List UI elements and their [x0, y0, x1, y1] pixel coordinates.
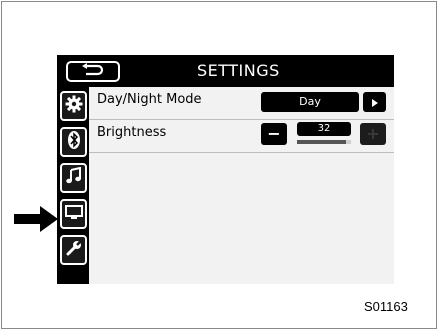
play-right-icon [371, 93, 379, 112]
screen-icon [64, 204, 83, 224]
brightness-row: Brightness − 32 + [89, 120, 394, 153]
day-night-label: Day/Night Mode [97, 92, 202, 107]
brightness-decrease-button[interactable]: − [261, 123, 287, 145]
sidebar-item-tools[interactable] [60, 235, 87, 265]
day-night-value[interactable]: Day [261, 92, 359, 112]
settings-sidebar [57, 87, 89, 284]
gear-icon [65, 95, 83, 117]
day-night-next-button[interactable] [363, 92, 386, 112]
brightness-label: Brightness [97, 125, 167, 140]
head-unit-screen: SETTINGS Day/Night Mode Day Brightness −… [57, 55, 394, 284]
back-arrow-icon [80, 62, 106, 81]
figure-code: S01163 [364, 299, 408, 314]
music-note-icon [65, 166, 83, 189]
bluetooth-icon [67, 130, 81, 154]
screen-header: SETTINGS [57, 55, 394, 87]
settings-content: Day/Night Mode Day Brightness − 32 + [89, 87, 394, 284]
sidebar-item-screen[interactable] [60, 199, 87, 229]
brightness-increase-button[interactable]: + [360, 123, 386, 145]
sidebar-item-bluetooth[interactable] [60, 127, 87, 157]
minus-icon: − [267, 124, 281, 143]
row-divider [89, 152, 394, 153]
page-title: SETTINGS [197, 61, 280, 80]
wrench-icon [65, 239, 83, 261]
pointer-arrow-icon [14, 206, 58, 232]
brightness-value: 32 [297, 122, 351, 136]
plus-icon: + [366, 124, 380, 143]
figure-frame: SETTINGS Day/Night Mode Day Brightness −… [1, 1, 437, 329]
back-button[interactable] [66, 61, 120, 82]
day-night-row: Day/Night Mode Day [89, 87, 394, 120]
sidebar-item-general[interactable] [60, 91, 87, 121]
sidebar-item-audio[interactable] [60, 163, 87, 193]
brightness-level-fill [297, 140, 346, 144]
brightness-level-bar [297, 140, 351, 144]
